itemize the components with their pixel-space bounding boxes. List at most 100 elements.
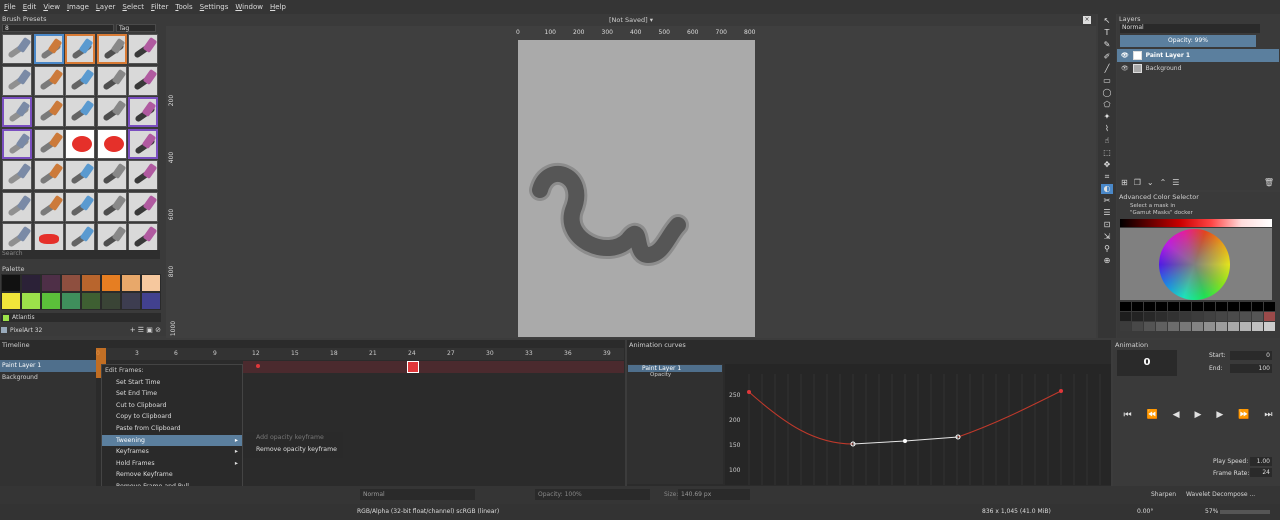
brush-preset-thumbnail[interactable]	[65, 97, 95, 127]
palette-swatch[interactable]	[21, 292, 41, 310]
recent-color-swatch[interactable]	[1144, 322, 1155, 331]
curve-channel-layer[interactable]: Paint Layer 1	[628, 365, 722, 372]
brush-preset-thumbnail[interactable]	[65, 34, 95, 64]
recent-color-swatch[interactable]	[1252, 302, 1263, 311]
move-down-icon[interactable]: ⌄	[1147, 178, 1154, 187]
brush-preset-thumbnail[interactable]	[96, 191, 127, 222]
recent-color-swatch[interactable]	[1156, 302, 1167, 311]
menu-select[interactable]: Select	[122, 3, 144, 11]
context-menu-item-remove-keyframe[interactable]: Remove Keyframe	[102, 469, 242, 481]
close-document-icon[interactable]: ×	[1083, 16, 1091, 24]
brush-preset-thumbnail[interactable]	[33, 223, 64, 253]
brush-preset-thumbnail[interactable]	[128, 34, 158, 64]
palette-swatch[interactable]	[41, 274, 61, 292]
timeline-frame-ruler[interactable]: 036912151821242730333639	[96, 348, 624, 360]
recent-color-swatch[interactable]	[1240, 312, 1251, 321]
brush-preset-thumbnail[interactable]	[33, 97, 64, 127]
first-frame-icon[interactable]: ⏮	[1123, 410, 1131, 420]
document-canvas[interactable]	[518, 40, 755, 337]
tool-icon-19[interactable]: ⚲	[1101, 244, 1113, 254]
tool-icon-15[interactable]: ✂	[1101, 196, 1113, 206]
layer-row-background[interactable]: 👁 Background	[1117, 62, 1279, 75]
brush-preset-wavelet[interactable]: Wavelet Decompose ...	[1186, 491, 1255, 498]
palette-swatch[interactable]	[61, 274, 81, 292]
brush-preset-sharpen[interactable]: Sharpen	[1151, 491, 1176, 498]
timeline-layer-paint[interactable]: Paint Layer 1	[0, 360, 96, 372]
recent-color-swatch[interactable]	[1216, 312, 1227, 321]
menu-tools[interactable]: Tools	[175, 3, 192, 11]
palette-swatch[interactable]	[141, 292, 161, 310]
brush-preset-thumbnail[interactable]	[2, 223, 32, 253]
recent-color-swatch[interactable]	[1204, 302, 1215, 311]
brush-search-input[interactable]: Search	[0, 250, 160, 259]
tool-icon-1[interactable]: T	[1101, 28, 1113, 38]
recent-color-swatch[interactable]	[1264, 312, 1275, 321]
palette-swatch[interactable]	[121, 292, 141, 310]
palette-swatch[interactable]	[41, 292, 61, 310]
menu-filter[interactable]: Filter	[151, 3, 168, 11]
tag-select[interactable]: 8	[2, 24, 114, 32]
brush-preset-thumbnail[interactable]	[2, 191, 32, 222]
end-field[interactable]: 100	[1230, 364, 1272, 373]
recent-color-swatch[interactable]	[1240, 322, 1251, 331]
recent-color-swatch[interactable]	[1192, 302, 1203, 311]
opacity-slider[interactable]: Opacity: 100%	[535, 489, 650, 500]
value-strip[interactable]	[1120, 219, 1272, 227]
brush-preset-thumbnail[interactable]	[2, 34, 32, 64]
recent-color-swatch[interactable]	[1228, 322, 1239, 331]
palette-swatch[interactable]	[1, 292, 21, 310]
selected-keyframe[interactable]	[407, 361, 419, 373]
context-menu-item-tweening[interactable]: Tweening ▸	[102, 434, 242, 447]
brush-preset-thumbnail[interactable]	[96, 34, 127, 64]
brush-preset-thumbnail[interactable]	[2, 128, 32, 159]
curves-graph[interactable]: 250 200 150 100	[725, 364, 1111, 485]
brush-preset-thumbnail[interactable]	[96, 160, 127, 190]
brush-preset-thumbnail[interactable]	[96, 65, 127, 96]
brush-preset-thumbnail[interactable]	[65, 223, 95, 253]
tool-icon-11[interactable]: ⬚	[1101, 148, 1113, 158]
tool-icon-16[interactable]: ☰	[1101, 208, 1113, 218]
recent-color-swatch[interactable]	[1240, 302, 1251, 311]
palette-swatch[interactable]	[61, 292, 81, 310]
layer-opacity-slider[interactable]: Opacity: 99%	[1120, 35, 1256, 47]
brush-preset-thumbnail[interactable]	[65, 128, 95, 159]
recent-color-swatch[interactable]	[1228, 312, 1239, 321]
recent-color-swatch[interactable]	[1132, 302, 1143, 311]
brush-preset-thumbnail[interactable]	[128, 191, 158, 222]
brush-preset-thumbnail[interactable]	[128, 97, 158, 127]
brush-preset-thumbnail[interactable]	[96, 97, 127, 127]
brush-preset-thumbnail[interactable]	[33, 191, 64, 222]
menu-help[interactable]: Help	[270, 3, 286, 11]
brush-preset-thumbnail[interactable]	[96, 223, 127, 253]
recent-color-swatch[interactable]	[1192, 322, 1203, 331]
menu-window[interactable]: Window	[235, 3, 263, 11]
context-menu-item-copy-to-clipboard[interactable]: Copy to Clipboard	[102, 411, 242, 423]
brush-preset-thumbnail[interactable]	[2, 65, 32, 96]
brush-preset-thumbnail[interactable]	[33, 128, 64, 159]
recent-color-swatch[interactable]	[1168, 302, 1179, 311]
context-menu-item-set-start-time[interactable]: Set Start Time	[102, 377, 242, 389]
recent-color-swatch[interactable]	[1180, 302, 1191, 311]
context-menu-item-paste-from-clipboard[interactable]: Paste from Clipboard	[102, 423, 242, 435]
start-field[interactable]: 0	[1230, 351, 1272, 360]
context-menu-item-set-end-time[interactable]: Set End Time	[102, 388, 242, 400]
brush-preset-thumbnail[interactable]	[128, 160, 158, 190]
menu-settings[interactable]: Settings	[200, 3, 229, 11]
tool-icon-9[interactable]: ⌇	[1101, 124, 1113, 134]
recent-color-swatch[interactable]	[1156, 322, 1167, 331]
tool-icon-17[interactable]: ⊡	[1101, 220, 1113, 230]
zoom-slider[interactable]	[1220, 510, 1270, 514]
brush-preset-thumbnail[interactable]	[2, 97, 32, 127]
menu-layer[interactable]: Layer	[96, 3, 116, 11]
keyframe-dot[interactable]	[256, 364, 260, 368]
recent-color-swatch[interactable]	[1252, 322, 1263, 331]
blend-mode-select[interactable]: Normal	[360, 489, 475, 500]
tool-icon-20[interactable]: ⊕	[1101, 256, 1113, 266]
eye-icon[interactable]: 👁	[1121, 52, 1129, 59]
tool-icon-2[interactable]: ✎	[1101, 40, 1113, 50]
eye-icon[interactable]: 👁	[1121, 65, 1129, 72]
current-frame-field[interactable]: 0	[1117, 350, 1177, 376]
palette-swatch[interactable]	[1, 274, 21, 292]
menu-image[interactable]: Image	[67, 3, 89, 11]
palette-name[interactable]: PixelArt 32	[10, 327, 42, 334]
